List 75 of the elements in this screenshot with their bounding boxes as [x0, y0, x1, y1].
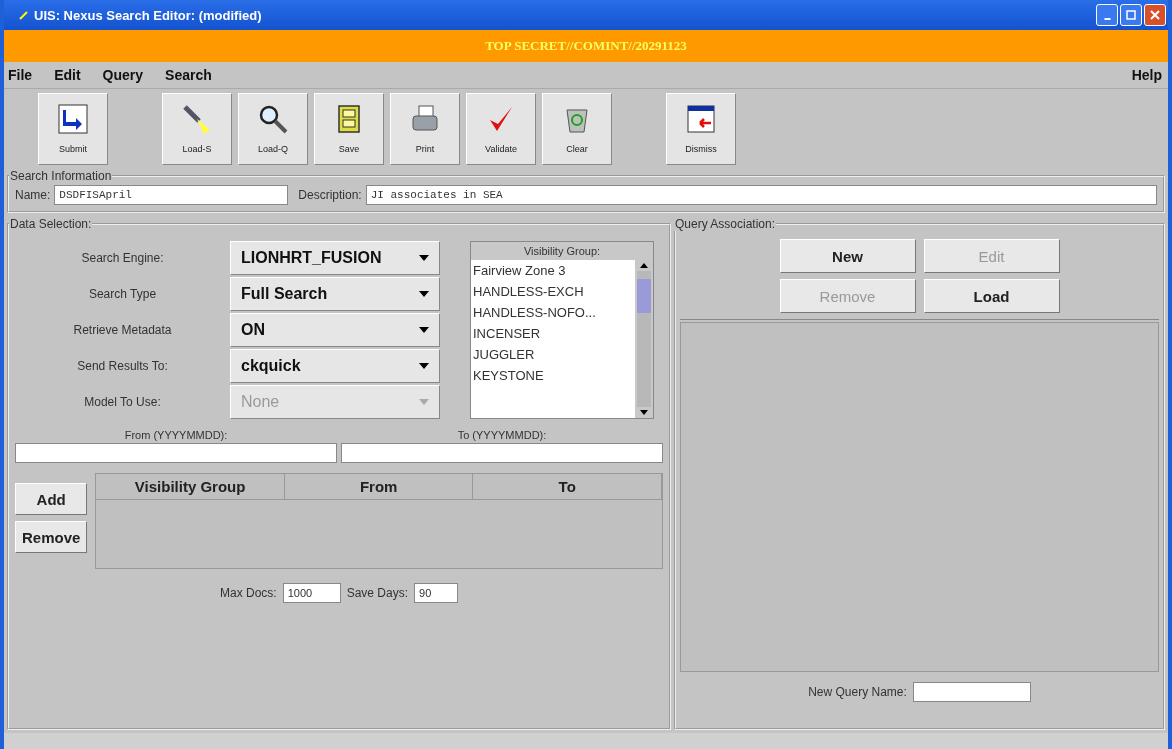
caret-icon: [419, 399, 429, 405]
action-button[interactable]: Load: [923, 279, 1060, 313]
list-item[interactable]: JUGGLER: [471, 344, 635, 365]
minimize-icon: [1103, 18, 1111, 20]
dropdown[interactable]: ckquick: [230, 349, 440, 383]
column-header[interactable]: Visibility Group: [96, 474, 285, 500]
action-button[interactable]: Remove: [15, 521, 88, 553]
list-item[interactable]: HANDLESS-EXCH: [471, 281, 635, 302]
window-title: UIS: Nexus Search Editor: (modified): [34, 7, 262, 23]
scrollbar[interactable]: [635, 260, 653, 418]
max-docs-field[interactable]: 1000: [282, 583, 341, 603]
caret-icon: [419, 291, 429, 297]
list-item[interactable]: KEYSTONE: [471, 365, 635, 386]
field-label: Max Docs:: [219, 586, 277, 600]
toolbar-button[interactable]: Print: [390, 93, 460, 165]
caret-icon: [419, 363, 429, 369]
caret-icon: [419, 255, 429, 261]
toolbar-button[interactable]: Dismiss: [666, 93, 736, 165]
toolbar-button[interactable]: Save: [314, 93, 384, 165]
maximize-icon: [1125, 9, 1137, 21]
window-icon: [686, 104, 716, 134]
scroll-thumb[interactable]: [637, 279, 651, 313]
menu-item[interactable]: Help: [1131, 67, 1162, 83]
field-label: Description:: [298, 188, 362, 202]
save-days-field[interactable]: 90: [414, 583, 458, 603]
menu-item[interactable]: Search: [165, 67, 212, 83]
field-label: Search Engine:: [80, 251, 165, 265]
list-item[interactable]: INCENSER: [471, 323, 635, 344]
description-field[interactable]: JI associates in SEA: [365, 185, 1157, 205]
menu-item[interactable]: File: [8, 67, 33, 83]
action-button[interactable]: Add: [15, 483, 88, 515]
dropdown[interactable]: Full Search: [230, 277, 440, 311]
dropdown[interactable]: LIONHRT_FUSION: [230, 241, 440, 275]
field-label: To (YYYYMMDD):: [457, 429, 547, 441]
panel-title: Query Association:: [674, 217, 777, 231]
to-date-field[interactable]: [341, 443, 663, 463]
field-label: Send Results To:: [76, 359, 169, 373]
app-icon: [18, 9, 30, 21]
field-label: New Query Name:: [808, 685, 907, 699]
name-field[interactable]: DSDFISApril: [54, 185, 289, 205]
query-name-field[interactable]: [912, 682, 1031, 702]
search-icon: [258, 104, 288, 134]
panel-title: Data Selection:: [9, 217, 93, 231]
list-header: Visibility Group:: [471, 242, 653, 260]
menu-item[interactable]: Edit: [54, 67, 81, 83]
toolbar-button[interactable]: Load-Q: [238, 93, 308, 165]
field-label: From (YYYYMMDD):: [124, 429, 228, 441]
scroll-down-icon[interactable]: [640, 410, 648, 415]
dropdown[interactable]: ON: [230, 313, 440, 347]
toolbar-button[interactable]: Clear: [542, 93, 612, 165]
close-button[interactable]: [1144, 4, 1166, 26]
field-label: Retrieve Metadata: [72, 323, 173, 337]
field-label: Model To Use:: [83, 395, 162, 409]
field-label: Save Days:: [346, 586, 408, 600]
from-date-field[interactable]: [15, 443, 337, 463]
list-item[interactable]: HANDLESS-NOFO...: [471, 302, 635, 323]
field-label: Name:: [15, 188, 51, 202]
panel-title: Search Information: [9, 169, 113, 183]
column-header[interactable]: From: [284, 474, 474, 500]
classification-text: TOP SECRET//COMINT//20291123: [485, 38, 687, 54]
column-header[interactable]: To: [473, 474, 662, 500]
caret-icon: [419, 327, 429, 333]
minimize-button[interactable]: [1096, 4, 1118, 26]
printer-icon: [410, 104, 440, 134]
flashlight-icon: [182, 104, 212, 134]
maximize-button[interactable]: [1120, 4, 1142, 26]
toolbar-button[interactable]: Submit: [38, 93, 108, 165]
field-label: Search Type: [87, 287, 158, 301]
scroll-up-icon[interactable]: [640, 263, 648, 268]
list-item[interactable]: Fairview Zone 3: [471, 260, 635, 281]
toolbar-button[interactable]: Validate: [466, 93, 536, 165]
action-button[interactable]: New: [779, 239, 916, 273]
close-icon: [1149, 9, 1161, 21]
menu-item[interactable]: Query: [102, 67, 144, 83]
toolbar-button[interactable]: Load-S: [162, 93, 232, 165]
